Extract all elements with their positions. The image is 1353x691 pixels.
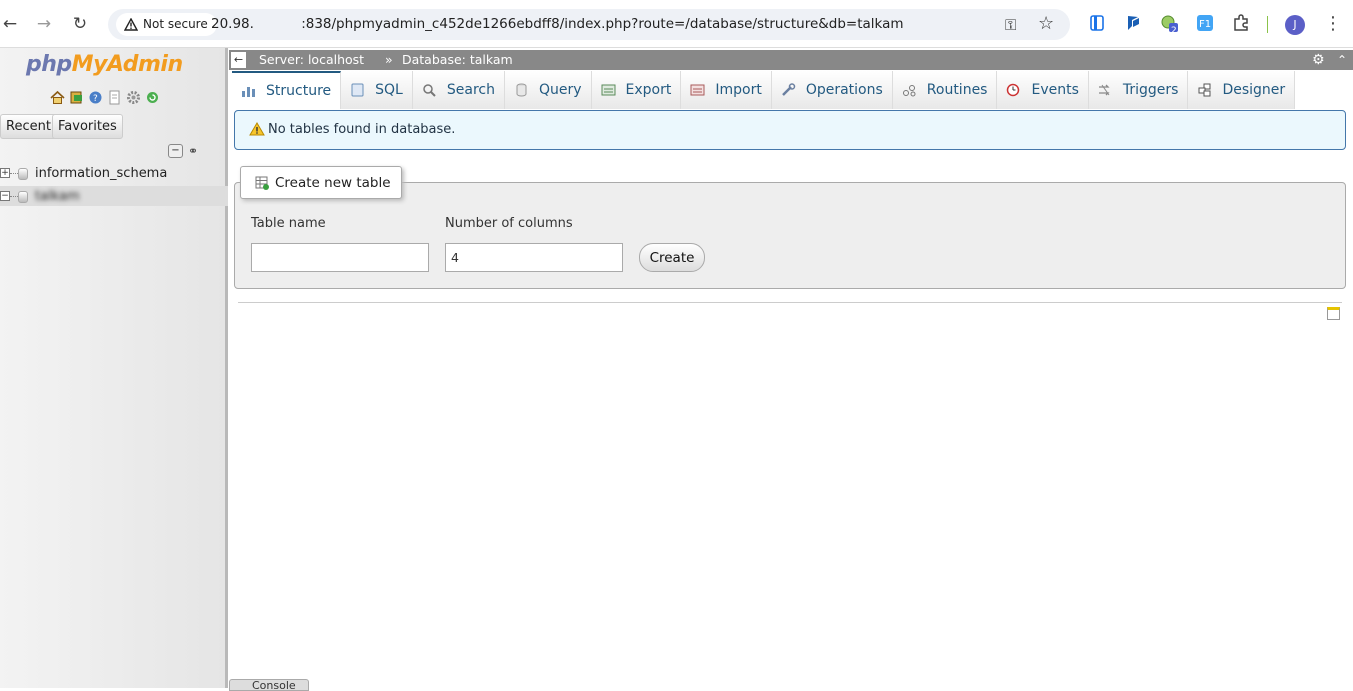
page-settings-icon[interactable]: ⚙	[1312, 50, 1325, 70]
wrench-icon	[781, 83, 796, 96]
breadcrumb-database[interactable]: Database: talkam	[402, 50, 513, 70]
database-tabs: Structure SQL Search Query Export Import…	[232, 71, 1296, 109]
browser-toolbar: ← → ↻ Not secure 20.98. :838/phpmyadmin_…	[0, 0, 1353, 48]
triggers-icon	[1098, 84, 1110, 96]
collapse-all-button[interactable]: −	[168, 144, 183, 158]
database-item-information-schema[interactable]: + information_schema	[0, 163, 228, 185]
warning-icon	[249, 122, 265, 136]
back-icon[interactable]: ←	[0, 14, 20, 34]
browser-menu-icon[interactable]: ⋮	[1324, 13, 1342, 34]
routines-icon	[902, 85, 916, 97]
tab-import[interactable]: Import	[681, 71, 772, 109]
new-table-icon	[255, 176, 269, 190]
designer-icon	[1198, 83, 1211, 97]
reload-nav-icon[interactable]	[145, 90, 160, 105]
query-icon	[516, 83, 527, 97]
database-icon	[18, 168, 28, 180]
database-icon	[18, 191, 28, 203]
expand-icon[interactable]: +	[0, 168, 10, 178]
svg-text:?: ?	[93, 94, 98, 104]
import-icon	[690, 84, 705, 96]
favorites-tab[interactable]: Favorites	[52, 114, 123, 139]
docs-icon[interactable]	[107, 90, 122, 105]
breadcrumb-server[interactable]: Server: localhost	[259, 50, 364, 70]
table-name-label: Table name	[251, 216, 326, 231]
warning-icon	[124, 18, 138, 31]
clock-icon	[1007, 83, 1020, 97]
extension-flag-icon[interactable]	[1124, 14, 1142, 32]
num-columns-input[interactable]	[445, 243, 623, 272]
num-columns-label: Number of columns	[445, 216, 573, 231]
profile-avatar[interactable]: J	[1285, 15, 1305, 35]
tree-connector	[10, 173, 18, 174]
logout-icon[interactable]	[69, 90, 84, 105]
recent-tab[interactable]: Recent	[0, 114, 57, 139]
settings-gear-icon[interactable]	[126, 90, 141, 105]
password-key-icon[interactable]: ⚿	[1005, 16, 1016, 34]
tab-operations[interactable]: Operations	[771, 71, 893, 109]
tab-export[interactable]: Export	[591, 71, 682, 109]
notes-icon[interactable]	[1327, 307, 1340, 320]
tab-search[interactable]: Search	[412, 71, 505, 109]
console-tab[interactable]: Console	[229, 679, 309, 691]
breadcrumb-bar: ← Server: localhost » Database: talkam ⚙…	[229, 50, 1353, 70]
structure-icon	[242, 87, 255, 97]
create-table-legend: Create new table	[240, 166, 402, 199]
svg-text:F1: F1	[1199, 19, 1211, 30]
tab-events[interactable]: Events	[997, 71, 1089, 109]
bookmark-star-icon[interactable]: ☆	[1038, 13, 1054, 34]
url-text[interactable]: 20.98. :838/phpmyadmin_c452de1266ebdff8/…	[211, 16, 904, 32]
create-button[interactable]: Create	[639, 243, 705, 272]
notice-text: No tables found in database.	[268, 122, 456, 137]
home-icon[interactable]	[50, 90, 65, 105]
search-icon	[423, 84, 436, 97]
database-name[interactable]: information_schema	[35, 163, 167, 185]
database-item-talkam[interactable]: − talkam	[0, 186, 228, 206]
extension-doc-icon[interactable]	[1088, 14, 1106, 32]
notice-message: No tables found in database.	[234, 110, 1346, 150]
tab-sql[interactable]: SQL	[341, 71, 413, 109]
collapse-nav-arrow-icon[interactable]: ←	[231, 52, 246, 68]
tab-designer[interactable]: Designer	[1188, 71, 1296, 109]
reload-icon[interactable]: ↻	[70, 14, 90, 34]
collapse-top-caret-icon[interactable]: ⌃	[1337, 50, 1347, 70]
address-bar[interactable]: Not secure 20.98. :838/phpmyadmin_c452de…	[108, 9, 1070, 40]
extension-badge: 2	[1171, 26, 1177, 36]
breadcrumb-separator: »	[385, 52, 393, 67]
phpmyadmin-logo[interactable]: phpMyAdmin	[26, 52, 183, 77]
tab-query[interactable]: Query	[504, 71, 592, 109]
toolbar-divider	[1267, 16, 1268, 33]
tab-triggers[interactable]: Triggers	[1088, 71, 1189, 109]
tree-connector	[10, 196, 18, 197]
database-name[interactable]: talkam	[35, 186, 80, 206]
tab-routines[interactable]: Routines	[892, 71, 998, 109]
extensions-puzzle-icon[interactable]	[1232, 14, 1250, 32]
export-icon	[601, 84, 616, 96]
nav-icon-bar: ?	[50, 90, 160, 105]
help-icon[interactable]: ?	[88, 90, 103, 105]
forward-icon[interactable]: →	[34, 14, 54, 34]
extension-ft-icon[interactable]: F1	[1196, 14, 1214, 32]
sql-icon	[351, 83, 364, 97]
security-chip[interactable]: Not secure	[116, 13, 217, 36]
table-name-input[interactable]	[251, 243, 429, 272]
content-divider	[238, 302, 1342, 303]
security-label: Not secure	[143, 17, 208, 31]
navigation-panel: phpMyAdmin ? Recent Favorites − ⚭ + info…	[0, 48, 228, 688]
link-with-main-icon[interactable]: ⚭	[188, 144, 198, 158]
tab-structure[interactable]: Structure	[232, 71, 342, 109]
collapse-icon[interactable]: −	[0, 191, 10, 201]
